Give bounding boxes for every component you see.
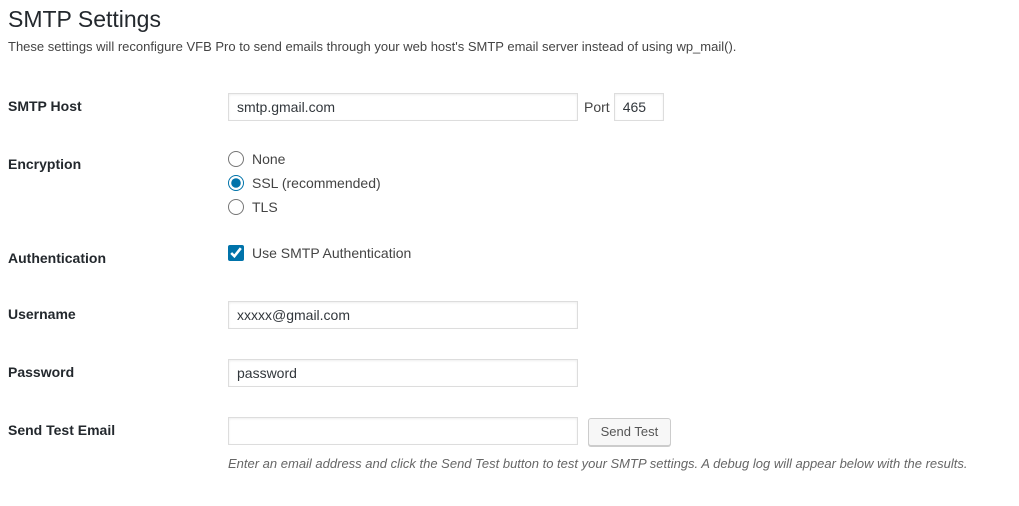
encryption-tls-label: TLS (252, 199, 278, 215)
smtp-host-input[interactable] (228, 93, 578, 121)
use-smtp-auth-label: Use SMTP Authentication (252, 245, 411, 261)
encryption-ssl-radio[interactable] (228, 175, 244, 191)
smtp-port-input[interactable] (614, 93, 664, 121)
encryption-ssl-label: SSL (recommended) (252, 175, 381, 191)
encryption-tls-radio[interactable] (228, 199, 244, 215)
page-description: These settings will reconfigure VFB Pro … (8, 39, 1011, 54)
label-port: Port (584, 99, 610, 115)
encryption-none-label: None (252, 151, 285, 167)
send-test-button[interactable]: Send Test (588, 418, 672, 446)
password-input[interactable] (228, 359, 578, 387)
page-title: SMTP Settings (8, 6, 1011, 33)
label-password: Password (8, 344, 228, 402)
label-send-test-email: Send Test Email (8, 402, 228, 486)
settings-form: SMTP Host Port Encryption None SSL (reco… (8, 78, 1011, 486)
use-smtp-auth-checkbox[interactable] (228, 245, 244, 261)
send-test-help: Enter an email address and click the Sen… (228, 456, 1001, 471)
label-smtp-host: SMTP Host (8, 78, 228, 136)
encryption-none-radio[interactable] (228, 151, 244, 167)
username-input[interactable] (228, 301, 578, 329)
test-email-input[interactable] (228, 417, 578, 445)
label-encryption: Encryption (8, 136, 228, 230)
label-authentication: Authentication (8, 230, 228, 286)
label-username: Username (8, 286, 228, 344)
